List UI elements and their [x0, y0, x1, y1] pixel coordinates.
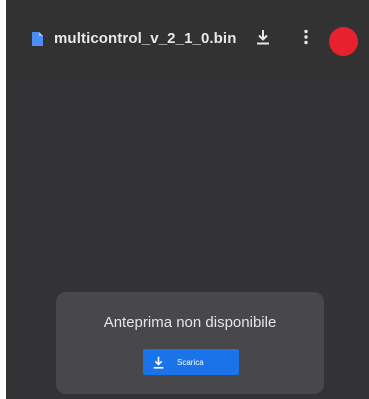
file-preview-viewer: multicontrol_v_2_1_0.bin Anteprima non d… [6, 0, 369, 399]
preview-unavailable-card: Anteprima non disponibile Scarica [56, 292, 324, 394]
account-avatar[interactable] [329, 27, 358, 56]
download-button[interactable] [252, 28, 274, 50]
file-icon [32, 32, 43, 46]
download-icon [255, 29, 271, 50]
scarica-label: Scarica [177, 357, 204, 367]
viewer-header: multicontrol_v_2_1_0.bin [6, 0, 369, 84]
scarica-button[interactable]: Scarica [143, 349, 239, 375]
file-name: multicontrol_v_2_1_0.bin [54, 30, 237, 47]
download-icon [151, 355, 165, 369]
preview-unavailable-message: Anteprima non disponibile [103, 314, 277, 331]
more-options-button[interactable] [295, 28, 317, 50]
more-vert-icon [303, 29, 309, 50]
